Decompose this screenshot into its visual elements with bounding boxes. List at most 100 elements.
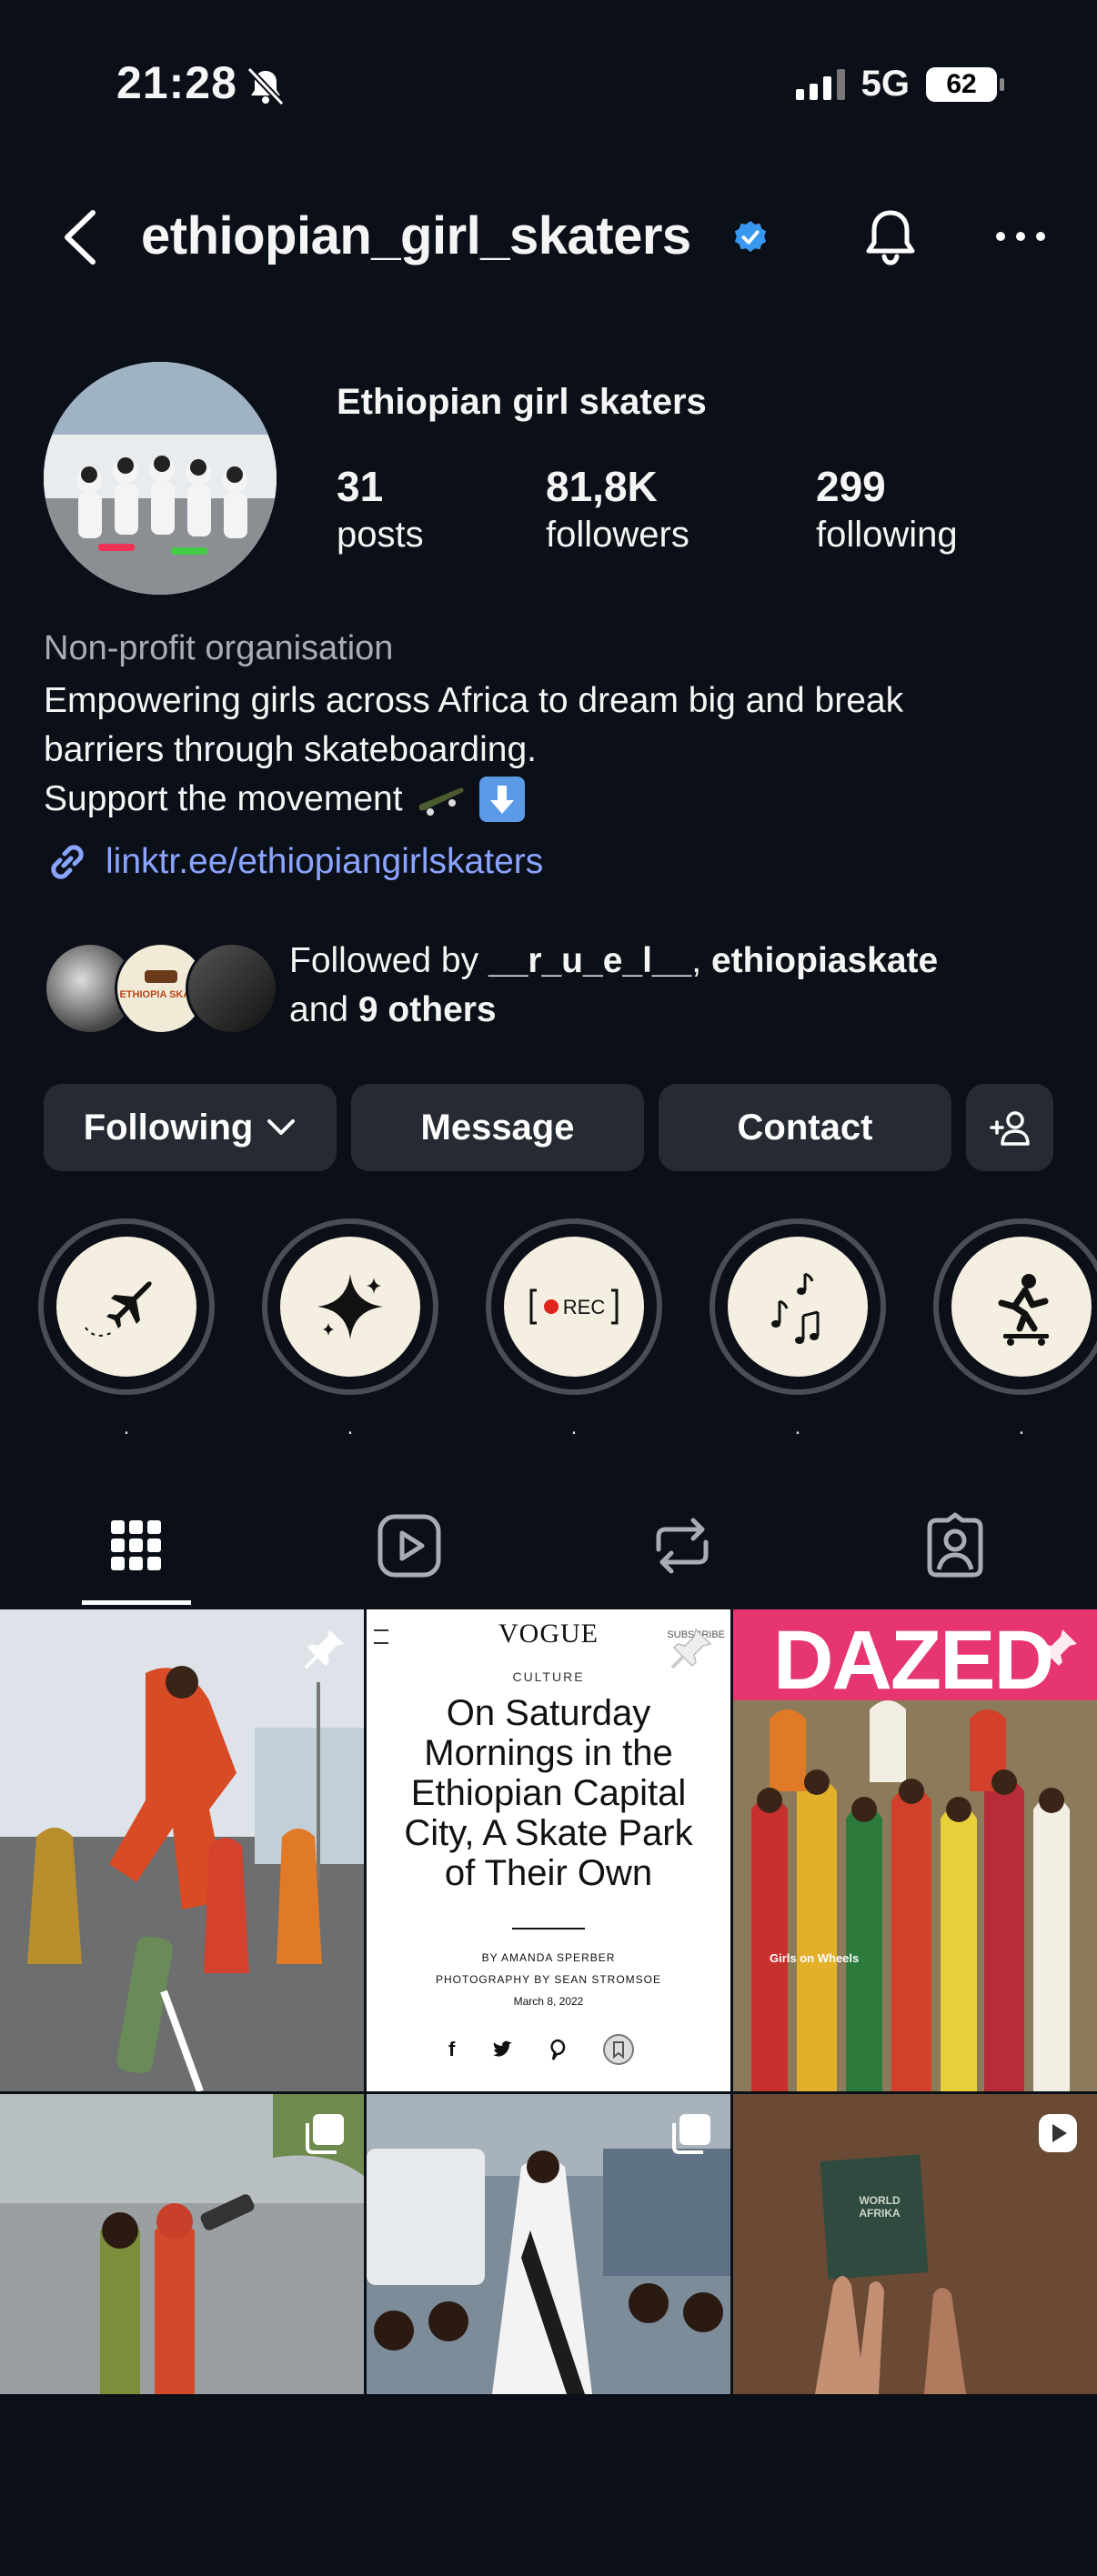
post-thumbnail[interactable] xyxy=(367,2094,730,2576)
battery-level: 62 xyxy=(946,68,977,99)
chevron-down-icon xyxy=(267,1119,296,1135)
followed-by-user[interactable]: ethiopiaskate xyxy=(711,941,938,980)
verified-badge-icon xyxy=(734,220,767,253)
following-button-label: Following xyxy=(83,1107,254,1148)
reel-play-icon xyxy=(1039,2114,1077,2152)
highlight-label: . xyxy=(570,1415,578,1439)
message-button[interactable]: Message xyxy=(351,1084,644,1171)
pin-icon xyxy=(670,1628,712,1669)
followed-by-sep: , xyxy=(691,941,711,980)
post-thumbnail[interactable] xyxy=(0,1609,364,2091)
reel-poster-text: WORLD AFRIKA xyxy=(859,2194,901,2220)
active-tab-indicator xyxy=(82,1600,191,1605)
highlight-2[interactable] xyxy=(262,1218,438,1395)
dazed-masthead: DAZED xyxy=(773,1614,1054,1707)
carousel-icon xyxy=(672,2114,710,2154)
tab-reposts[interactable] xyxy=(646,1509,719,1582)
mutual-avatar xyxy=(186,942,278,1035)
highlight-label: . xyxy=(123,1415,130,1439)
followed-by-text[interactable]: Followed by __r_u_e_l__, ethiopiaskate a… xyxy=(289,937,1072,1035)
suggest-people-button[interactable] xyxy=(966,1084,1053,1171)
dazed-caption: Girls on Wheels xyxy=(770,1951,860,1965)
stat-followers[interactable]: 81,8K followers xyxy=(546,462,689,556)
highlight-label: . xyxy=(1018,1415,1025,1439)
pinterest-icon xyxy=(550,2039,566,2060)
highlight-label: . xyxy=(794,1415,801,1439)
stat-followers-label: followers xyxy=(546,515,689,555)
vogue-date: March 8, 2022 xyxy=(513,1995,584,2008)
add-person-icon xyxy=(990,1111,1030,1146)
bio-line: Empowering girls across Africa to dream … xyxy=(44,681,904,720)
reels-icon xyxy=(377,1514,441,1578)
skater-icon xyxy=(998,1274,1049,1346)
profile-display-name: Ethiopian girl skaters xyxy=(337,382,707,422)
profile-username: ethiopian_girl_skaters xyxy=(141,206,691,266)
profile-category: Non-profit organisation xyxy=(44,629,394,667)
vogue-headline: On Saturday Mornings in the Ethiopian Ca… xyxy=(404,1693,693,1893)
skateboard-icon xyxy=(418,787,464,816)
status-time: 21:28 xyxy=(116,57,237,108)
tab-grid[interactable] xyxy=(100,1509,173,1582)
link-icon xyxy=(51,845,84,879)
stat-posts-label: posts xyxy=(337,515,424,555)
highlight-4[interactable] xyxy=(710,1218,886,1395)
network-type: 5G xyxy=(860,64,910,104)
mutual-followers-avatars[interactable]: ETHIOPIA SKATE xyxy=(44,942,278,1035)
bookmark-icon xyxy=(603,2034,635,2065)
bio-line: barriers through skateboarding. xyxy=(44,730,537,769)
following-button[interactable]: Following xyxy=(44,1084,337,1171)
rec-icon-text: REC xyxy=(563,1296,606,1318)
post-thumbnail[interactable]: WORLD AFRIKA xyxy=(733,2094,1097,2576)
stat-posts[interactable]: 31 posts xyxy=(337,462,424,556)
music-notes-icon xyxy=(771,1272,820,1344)
stat-following[interactable]: 299 following xyxy=(816,462,958,556)
grid-icon xyxy=(111,1520,161,1570)
vogue-divider xyxy=(512,1928,585,1929)
twitter-icon xyxy=(493,2040,513,2057)
followed-by-others[interactable]: 9 others xyxy=(358,990,497,1029)
notifications-bell-icon[interactable] xyxy=(859,205,922,269)
avatar-group-photo xyxy=(44,362,277,595)
highlight-1[interactable] xyxy=(38,1218,215,1395)
bio-line: Support the movement xyxy=(44,779,403,818)
post-thumbnail[interactable]: VOGUE SUBSCRIBE CULTURE On Saturday Morn… xyxy=(367,1609,730,2091)
pin-icon xyxy=(304,1629,344,1669)
dazed-cover-photo xyxy=(733,1700,1097,2091)
stat-following-count: 299 xyxy=(816,463,886,510)
more-options-icon[interactable] xyxy=(993,218,1048,255)
sparkle-icon xyxy=(317,1274,383,1339)
highlight-label: . xyxy=(347,1415,354,1439)
bio-link[interactable]: linktr.ee/ethiopiangirlskaters xyxy=(44,838,543,886)
contact-button[interactable]: Contact xyxy=(659,1084,951,1171)
stat-followers-count: 81,8K xyxy=(546,463,658,510)
post-thumbnail[interactable] xyxy=(0,2094,364,2576)
tab-reels[interactable] xyxy=(373,1509,446,1582)
highlight-5[interactable] xyxy=(933,1218,1097,1395)
tab-tagged[interactable] xyxy=(919,1509,991,1582)
cellular-signal-icon xyxy=(795,68,845,100)
post-thumbnail[interactable]: DAZED Girls on Wheels xyxy=(733,1609,1097,2091)
stat-following-label: following xyxy=(816,515,958,555)
silent-mode-icon xyxy=(247,66,285,106)
vogue-share-icons: f xyxy=(448,2033,635,2066)
followed-by-prefix: Followed by xyxy=(289,941,488,980)
vogue-photo-credit: PHOTOGRAPHY BY SEAN STROMSOE xyxy=(435,1973,662,1986)
stat-posts-count: 31 xyxy=(337,463,384,510)
highlight-3[interactable]: REC xyxy=(486,1218,662,1395)
post-image xyxy=(0,1609,364,2091)
back-chevron-icon[interactable] xyxy=(55,205,109,269)
rec-icon: REC xyxy=(529,1288,619,1325)
vogue-section: CULTURE xyxy=(512,1669,585,1684)
bio-link-text[interactable]: linktr.ee/ethiopiangirlskaters xyxy=(106,842,543,882)
followed-by-and: and xyxy=(289,990,358,1029)
carousel-icon xyxy=(306,2114,344,2154)
down-arrow-icon xyxy=(478,777,525,822)
status-indicators: 5G 62 xyxy=(795,64,1004,105)
profile-avatar[interactable] xyxy=(44,362,277,595)
airplane-icon xyxy=(85,1281,152,1337)
battery-icon: 62 xyxy=(926,66,1004,102)
followed-by-user[interactable]: __r_u_e_l__ xyxy=(488,941,691,980)
tagged-icon xyxy=(927,1512,983,1578)
vogue-byline: BY AMANDA SPERBER xyxy=(481,1951,616,1964)
profile-bio: Empowering girls across Africa to dream … xyxy=(44,677,1062,824)
